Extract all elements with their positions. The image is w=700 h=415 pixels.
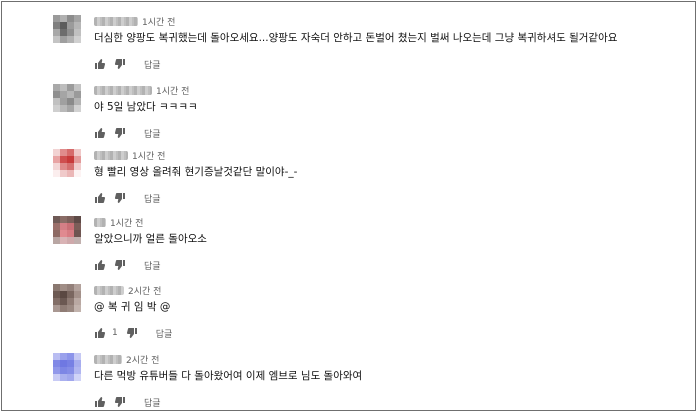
- author-name[interactable]: [94, 286, 124, 295]
- comment-text: 야 5일 남았다 ㅋㅋㅋㅋ: [94, 101, 198, 113]
- thumbs-down-icon[interactable]: [114, 192, 126, 204]
- thumbs-up-icon[interactable]: [94, 396, 106, 408]
- comment-text: @ 복 귀 임 박 @: [94, 301, 171, 313]
- thumbs-down-icon[interactable]: [114, 58, 126, 70]
- reply-button[interactable]: 답글: [144, 259, 161, 272]
- comment: 2시간 전 다른 먹방 유튜버들 다 돌아왔어여 이제 엠브로 님도 돌아와여 …: [2, 353, 692, 410]
- avatar[interactable]: [53, 284, 81, 312]
- thumbs-up-icon[interactable]: [94, 127, 106, 139]
- thumbs-down-icon[interactable]: [126, 327, 138, 339]
- author-name[interactable]: [94, 151, 128, 160]
- comment: 1시간 전 더심한 양팡도 복귀했는데 돌아오세요...양팡도 자숙더 안하고 …: [2, 15, 692, 83]
- comment: 1시간 전 야 5일 남았다 ㅋㅋㅋㅋ 답글: [2, 84, 692, 152]
- comment: 1시간 전 알았으니까 얼른 돌아오소 답글: [2, 216, 692, 284]
- avatar[interactable]: [53, 216, 81, 244]
- comment: 1시간 전 형 빨리 영상 올려줘 현기증날것같단 말이야-_- 답글: [2, 149, 692, 217]
- reply-button[interactable]: 답글: [144, 192, 161, 205]
- author-name[interactable]: [94, 17, 138, 26]
- comment-time[interactable]: 1시간 전: [156, 84, 189, 97]
- comment-time[interactable]: 1시간 전: [142, 15, 175, 28]
- comment-text: 다른 먹방 유튜버들 다 돌아왔어여 이제 엠브로 님도 돌아와여: [94, 370, 363, 382]
- author-name[interactable]: [94, 355, 122, 364]
- comment-text: 더심한 양팡도 복귀했는데 돌아오세요...양팡도 자숙더 안하고 돈벌어 쳤는…: [94, 32, 618, 44]
- reply-button[interactable]: 답글: [156, 327, 173, 340]
- reply-button[interactable]: 답글: [144, 127, 161, 140]
- avatar[interactable]: [53, 149, 81, 177]
- reply-button[interactable]: 답글: [144, 396, 161, 409]
- thumbs-up-icon[interactable]: [94, 259, 106, 271]
- thumbs-up-icon[interactable]: [94, 327, 106, 339]
- author-name[interactable]: [94, 218, 106, 227]
- comment-time[interactable]: 1시간 전: [132, 149, 165, 162]
- thumbs-down-icon[interactable]: [114, 259, 126, 271]
- thumbs-down-icon[interactable]: [114, 396, 126, 408]
- comment-text: 알았으니까 얼른 돌아오소: [94, 233, 207, 245]
- avatar[interactable]: [53, 353, 81, 381]
- author-name[interactable]: [94, 86, 152, 95]
- avatar[interactable]: [53, 15, 81, 43]
- comment: 2시간 전 @ 복 귀 임 박 @ 1 답글: [2, 284, 692, 352]
- thumbs-up-icon[interactable]: [94, 58, 106, 70]
- thumbs-up-icon[interactable]: [94, 192, 106, 204]
- comments-panel: 1시간 전 더심한 양팡도 복귀했는데 돌아오세요...양팡도 자숙더 안하고 …: [1, 1, 696, 411]
- like-count: 1: [112, 328, 118, 338]
- reply-button[interactable]: 답글: [144, 58, 161, 71]
- avatar[interactable]: [53, 84, 81, 112]
- comment-text: 형 빨리 영상 올려줘 현기증날것같단 말이야-_-: [94, 166, 298, 178]
- comment-time[interactable]: 2시간 전: [126, 353, 159, 366]
- thumbs-down-icon[interactable]: [114, 127, 126, 139]
- comment-time[interactable]: 1시간 전: [110, 216, 143, 229]
- comment-time[interactable]: 2시간 전: [128, 284, 161, 297]
